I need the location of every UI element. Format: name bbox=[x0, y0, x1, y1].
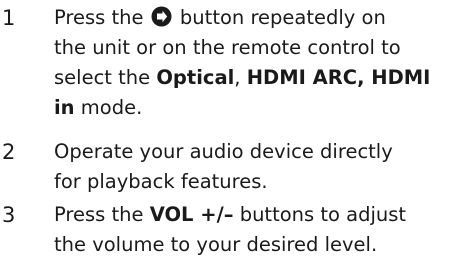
vol-buttons-label: VOL +/– bbox=[149, 203, 234, 226]
step-line: Press the VOL +/– buttons to adjust bbox=[54, 203, 407, 226]
step-line: Press the button repeatedly on bbox=[54, 6, 386, 29]
step-line: Operate your audio device directly bbox=[54, 140, 393, 163]
step-line: in mode. bbox=[54, 96, 143, 119]
step-text: Operate your audio device directly for p… bbox=[54, 137, 449, 197]
step-line: for playback features. bbox=[54, 170, 268, 193]
input-source-icon bbox=[151, 6, 172, 27]
step-line: select the Optical, HDMI ARC, HDMI bbox=[54, 66, 431, 89]
step-number: 2 bbox=[2, 140, 16, 164]
step-number: 1 bbox=[2, 6, 16, 30]
step-line: the unit or on the remote control to bbox=[54, 36, 401, 59]
step-text: Press the VOL +/– buttons to adjust the … bbox=[54, 200, 449, 260]
instruction-steps: 1 Press the button repeatedly on the uni… bbox=[0, 0, 451, 262]
step-text: Press the button repeatedly on the unit … bbox=[54, 3, 449, 123]
optical-mode-label: Optical bbox=[156, 66, 235, 89]
step-number: 3 bbox=[2, 203, 16, 227]
hdmi-in-label: in bbox=[54, 96, 75, 119]
hdmi-mode-label: HDMI ARC, HDMI bbox=[246, 66, 431, 89]
step-line: the volume to your desired level. bbox=[54, 233, 378, 256]
